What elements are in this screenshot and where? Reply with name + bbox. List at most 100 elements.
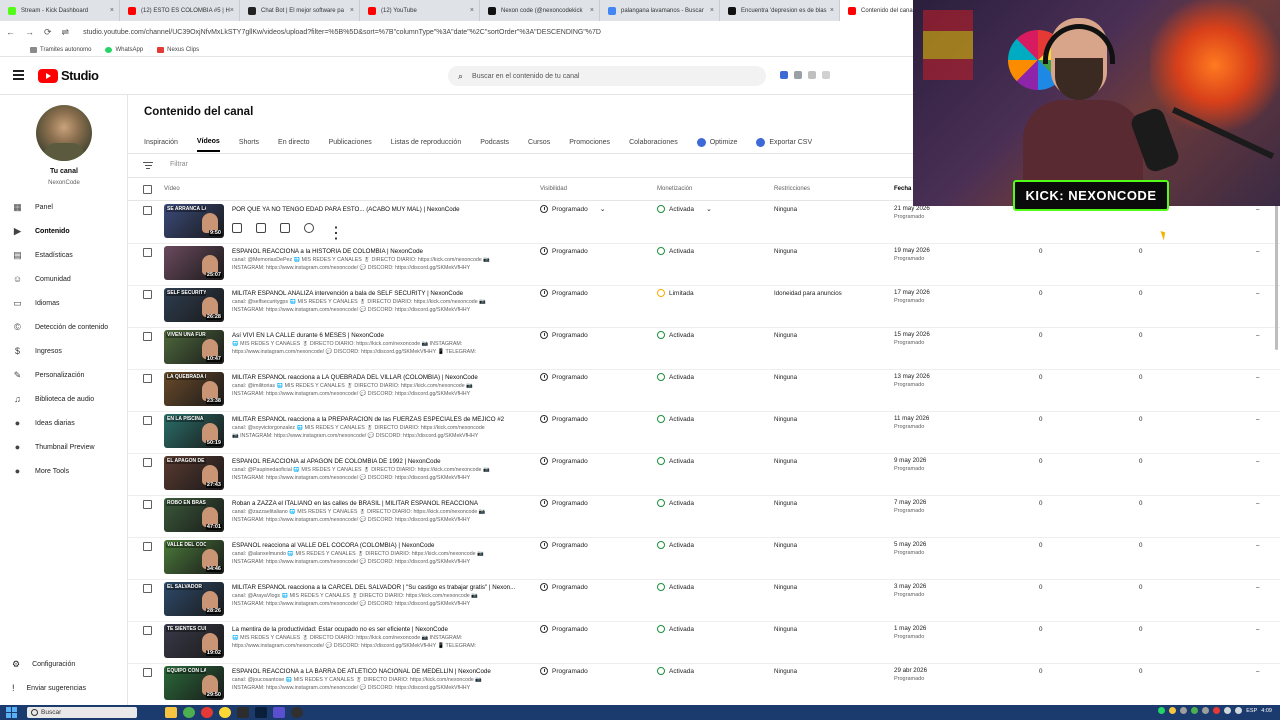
close-tab-icon[interactable]: × xyxy=(590,7,594,14)
browser-tab[interactable]: (12) YouTube × xyxy=(360,0,480,21)
row-checkbox[interactable] xyxy=(143,668,152,677)
extension-icon[interactable] xyxy=(808,71,816,79)
chrome-icon[interactable] xyxy=(183,707,195,718)
chevron-down-icon[interactable]: ⌄ xyxy=(600,205,606,213)
sidebar-item[interactable]: ● Thumbnail Preview xyxy=(0,437,127,457)
clock[interactable]: 4:09 xyxy=(1261,708,1272,714)
chrome-icon[interactable] xyxy=(219,707,231,718)
column-restrictions[interactable]: Restricciones xyxy=(774,186,810,192)
content-tab[interactable]: Listas de reproducción xyxy=(391,132,461,152)
taskbar-search[interactable]: Buscar xyxy=(27,707,137,718)
row-checkbox[interactable] xyxy=(143,416,152,425)
chrome-icon[interactable] xyxy=(201,707,213,718)
visibility-cell[interactable]: Programado xyxy=(540,625,588,633)
studio-logo[interactable]: Studio xyxy=(38,68,99,83)
visibility-cell[interactable]: Programado ⌄ xyxy=(540,205,606,213)
video-title[interactable]: Roban a ZAZZA el ITALIANO en las calles … xyxy=(232,500,522,507)
filter-icon[interactable] xyxy=(143,162,153,170)
table-row[interactable]: 25:07 ESPAÑOL REACCIONA a la HISTORIA DE … xyxy=(128,244,1280,286)
video-thumbnail[interactable]: SE ARRANCA LA NARIZ 9:50 xyxy=(164,204,224,238)
video-title[interactable]: MILITAR ESPAÑOL reacciona a LA QUEBRADA … xyxy=(232,374,522,381)
extension-icon[interactable] xyxy=(822,71,830,79)
video-title[interactable]: POR QUÉ YA NO TENGO EDAD PARA ESTO... (A… xyxy=(232,206,522,213)
video-thumbnail[interactable]: EN LA PISCINA 50:19 xyxy=(164,414,224,448)
row-checkbox[interactable] xyxy=(143,626,152,635)
reload-icon[interactable]: ⟳ xyxy=(44,27,52,38)
channel-avatar[interactable] xyxy=(36,105,92,161)
video-title[interactable]: ESPAÑOL REACCIONA al APAGON DE COLOMBIA … xyxy=(232,458,522,465)
close-tab-icon[interactable]: × xyxy=(470,7,474,14)
visibility-cell[interactable]: Programado xyxy=(540,289,588,297)
browser-tab[interactable]: Stream - Kick Dashboard × xyxy=(0,0,120,21)
obs-icon[interactable] xyxy=(291,707,303,718)
volume-icon[interactable] xyxy=(1235,707,1243,714)
table-row[interactable]: EL APAGÓN DE COLOMBIA 27:43 ESPAÑOL REACCI… xyxy=(128,454,1280,496)
sidebar-footer-item[interactable]: ⚙ Configuración xyxy=(0,654,127,674)
sidebar-item[interactable]: ▭ Idiomas xyxy=(0,293,127,313)
tray-icon[interactable] xyxy=(1169,707,1177,714)
video-thumbnail[interactable]: TE SIENTES CULPABLE AL DESCANSAR 19:02 xyxy=(164,624,224,658)
extension-icon[interactable] xyxy=(794,71,802,79)
sidebar-item[interactable]: ▤ Estadísticas xyxy=(0,245,127,265)
content-tab[interactable]: Colaboraciones xyxy=(629,132,678,152)
comments-icon[interactable] xyxy=(280,223,290,233)
video-thumbnail[interactable]: EL SALVADOR 28:26 xyxy=(164,582,224,616)
app-icon[interactable] xyxy=(273,707,285,718)
back-icon[interactable]: ← xyxy=(6,27,15,37)
visibility-cell[interactable]: Programado xyxy=(540,247,588,255)
visibility-cell[interactable]: Programado xyxy=(540,415,588,423)
close-tab-icon[interactable]: × xyxy=(110,7,114,14)
sidebar-item[interactable]: ● Ideas diarias xyxy=(0,413,127,433)
table-row[interactable]: SELF SECURITY COLOMBIA 26:28 MILITAR ESPAÑ… xyxy=(128,286,1280,328)
video-thumbnail[interactable]: SELF SECURITY COLOMBIA 26:28 xyxy=(164,288,224,322)
monetization-cell[interactable]: Activada xyxy=(657,373,694,381)
close-tab-icon[interactable]: × xyxy=(230,7,234,14)
visibility-cell[interactable]: Programado xyxy=(540,541,588,549)
whatsapp-icon[interactable] xyxy=(1158,707,1166,714)
close-tab-icon[interactable]: × xyxy=(710,7,714,14)
table-row[interactable]: EQUIPO CON LA BARRA 29:50 ESPAÑOL REACCION… xyxy=(128,664,1280,705)
row-checkbox[interactable] xyxy=(143,542,152,551)
tray-icon[interactable] xyxy=(1202,707,1210,714)
app-icon[interactable] xyxy=(237,707,249,718)
table-row[interactable]: EN LA PISCINA 50:19 MILITAR ESPAÑOL reacci… xyxy=(128,412,1280,454)
visibility-cell[interactable]: Programado xyxy=(540,373,588,381)
content-tab[interactable]: Publicaciones xyxy=(329,132,372,152)
row-checkbox[interactable] xyxy=(143,332,152,341)
column-video[interactable]: Vídeo xyxy=(164,186,180,192)
monetization-cell[interactable]: Activada xyxy=(657,457,694,465)
content-tab[interactable]: Promociones xyxy=(569,132,610,152)
row-checkbox[interactable] xyxy=(143,206,152,215)
analytics-icon[interactable] xyxy=(256,223,266,233)
table-row[interactable]: EL SALVADOR 28:26 MILITAR ESPAÑOL reaccion… xyxy=(128,580,1280,622)
visibility-cell[interactable]: Programado xyxy=(540,499,588,507)
filter-input[interactable]: Filtrar xyxy=(170,161,188,168)
video-title[interactable]: MILITAR ESPAÑOL reacciona a la PREPARACI… xyxy=(232,416,522,423)
bookmark-tramites[interactable]: Tramites autonomo xyxy=(30,46,91,53)
site-info-icon[interactable]: ⇌ xyxy=(62,27,70,38)
monetization-cell[interactable]: Limitada xyxy=(657,289,694,297)
table-row[interactable]: SE ARRANCA LA NARIZ 9:50 POR QUÉ YA NO TEN… xyxy=(128,202,1280,244)
monetization-cell[interactable]: Activada xyxy=(657,415,694,423)
table-row[interactable]: VALLE DEL COCORA 34:46 ESPAÑOL reacciona a… xyxy=(128,538,1280,580)
video-thumbnail[interactable]: VALLE DEL COCORA 34:46 xyxy=(164,540,224,574)
visibility-cell[interactable]: Programado xyxy=(540,667,588,675)
video-title[interactable]: ESPAÑOL REACCIONA a LA BARRA DE ATLÉTICO… xyxy=(232,668,522,675)
windows-start-icon[interactable] xyxy=(6,707,17,718)
column-date[interactable]: Fecha xyxy=(894,186,911,192)
bookmark-whatsapp[interactable]: WhatsApp xyxy=(105,46,143,53)
tray-icon[interactable] xyxy=(1191,707,1199,714)
monetization-cell[interactable]: Activada ⌄ xyxy=(657,205,712,213)
photoshop-icon[interactable] xyxy=(255,707,267,718)
content-tab[interactable]: Inspiración xyxy=(144,132,178,152)
row-checkbox[interactable] xyxy=(143,500,152,509)
monetization-cell[interactable]: Activada xyxy=(657,667,694,675)
file-explorer-icon[interactable] xyxy=(165,707,177,718)
edit-icon[interactable] xyxy=(232,223,242,233)
column-monetization[interactable]: Monetización xyxy=(657,186,692,192)
wifi-icon[interactable] xyxy=(1224,707,1232,714)
table-row[interactable]: VIVEN UNA FURGONETA 10:47 Así VIVÍ EN LA C… xyxy=(128,328,1280,370)
bookmark-nexus-clips[interactable]: Nexus Clips xyxy=(157,46,199,53)
visibility-cell[interactable]: Programado xyxy=(540,457,588,465)
sidebar-item[interactable]: ▶ Contenido xyxy=(0,221,127,241)
